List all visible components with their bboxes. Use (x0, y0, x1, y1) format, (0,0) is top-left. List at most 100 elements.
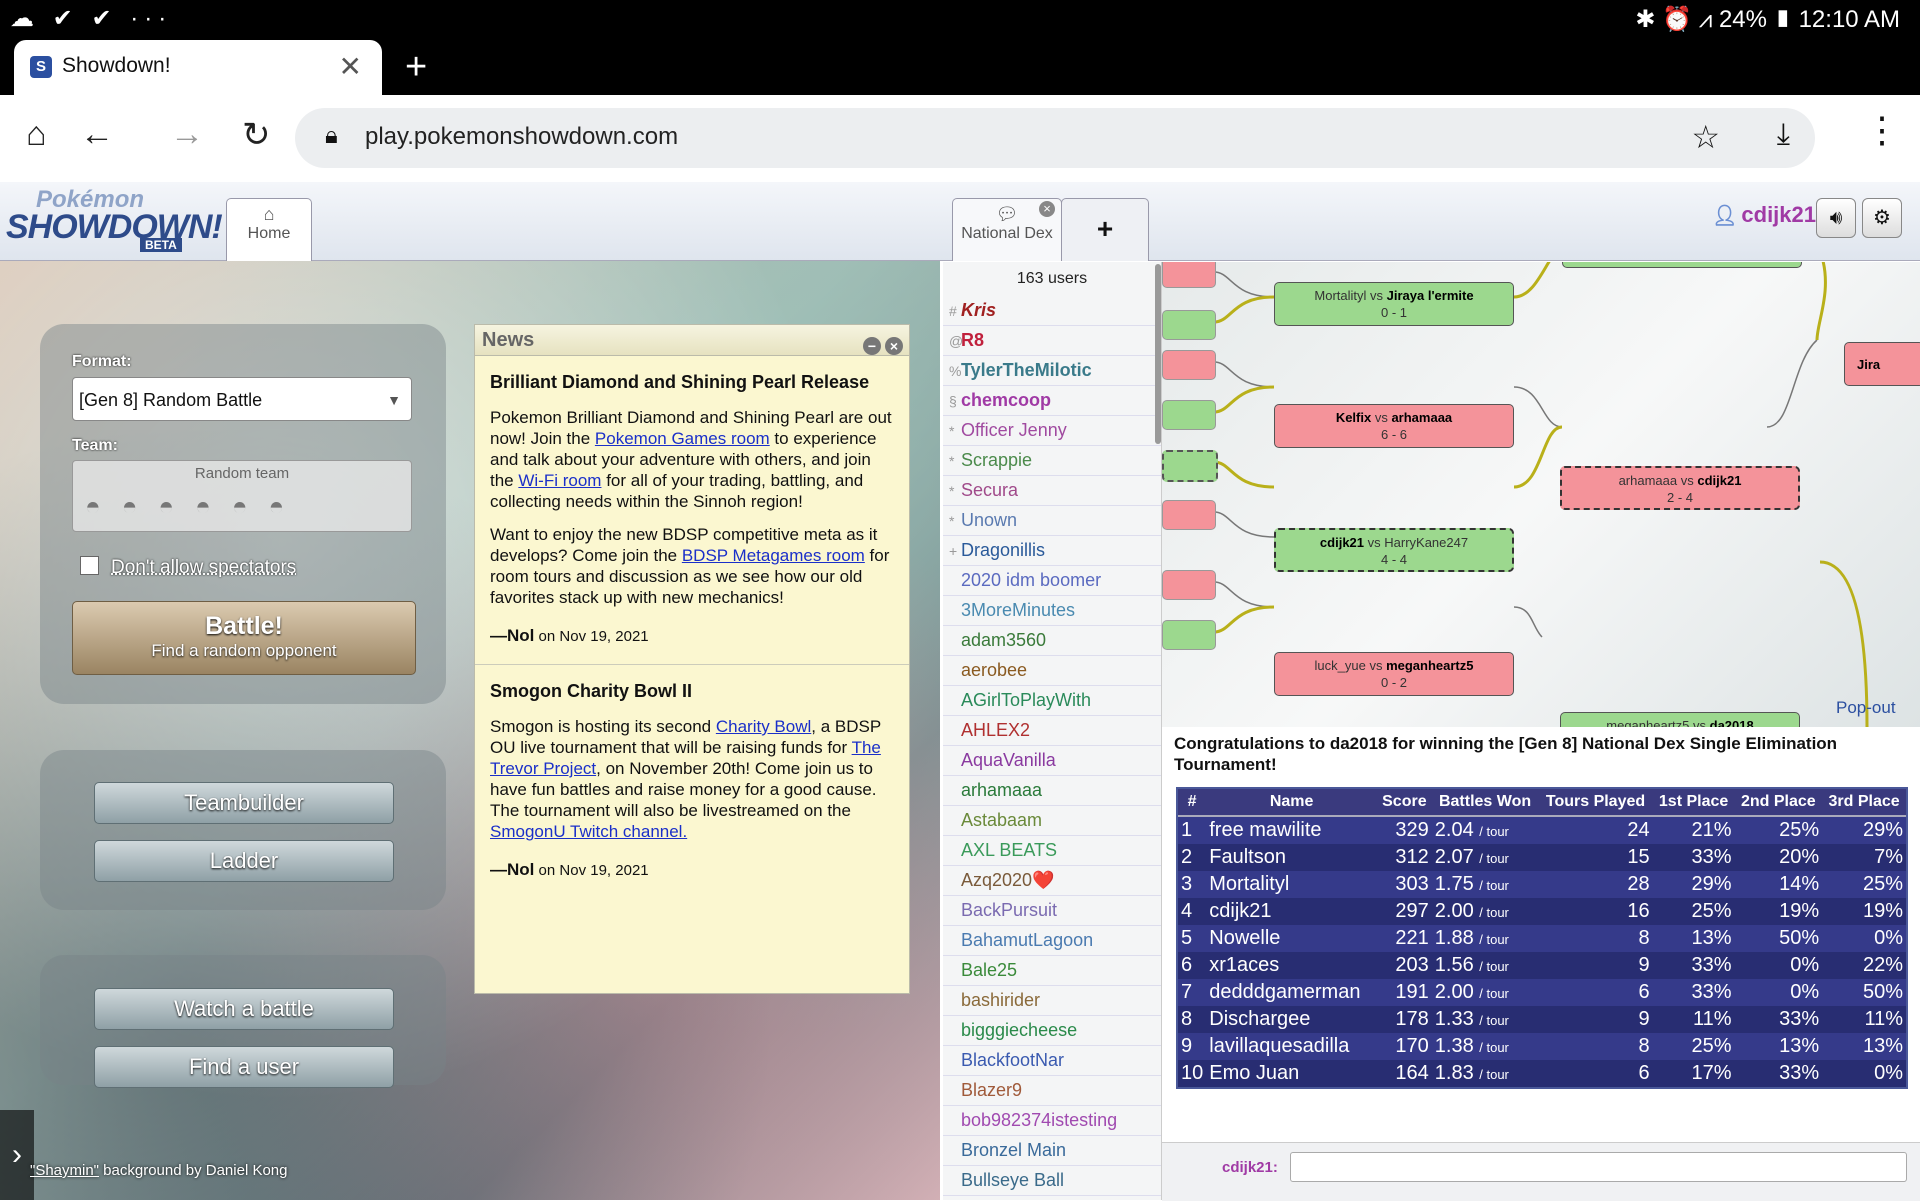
leaderboard-cell: 2.00 / tour (1431, 898, 1539, 925)
user-list-item[interactable]: Bronzel Main (943, 1136, 1161, 1166)
user-list-item[interactable]: 3MoreMinutes (943, 596, 1161, 626)
leaderboard-cell: dedddgamerman (1206, 979, 1377, 1006)
minimize-icon[interactable]: − (863, 337, 881, 355)
ladder-button[interactable]: Ladder (94, 840, 394, 882)
leaderboard-cell: 1.56 / tour (1431, 952, 1539, 979)
user-list-item[interactable]: Azq2020❤️ (943, 866, 1161, 896)
bracket-match[interactable] (1562, 262, 1802, 268)
leaderboard-cell: 178 (1376, 1006, 1432, 1033)
user-count[interactable]: 163 users (943, 262, 1161, 296)
user-list-item[interactable]: Bale25 (943, 956, 1161, 986)
leaderboard-cell: 191 (1376, 979, 1432, 1006)
user-list-item[interactable]: * Secura (943, 476, 1161, 506)
user-list-item[interactable]: * Scrappie (943, 446, 1161, 476)
bookmark-star-icon[interactable]: ☆ (1691, 118, 1720, 156)
format-select[interactable]: [Gen 8] Random Battle ▼ (72, 377, 412, 421)
close-icon[interactable]: × (885, 337, 903, 355)
bracket-match[interactable]: meganheartz5 vs da2018 (1560, 712, 1800, 727)
leaderboard-row: 9 lavillaquesadilla 170 1.38 / tour 8 25% 13% 1… (1178, 1033, 1906, 1060)
leaderboard-cell: 6 (1538, 1060, 1653, 1087)
url-field[interactable]: 🔒︎ play.pokemonshowdown.com ☆ ⤓ (295, 108, 1815, 168)
bdsp-metagames-link[interactable]: BDSP Metagames room (682, 546, 865, 565)
leaderboard-cell: lavillaquesadilla (1206, 1033, 1377, 1060)
user-list-item[interactable]: AquaVanilla (943, 746, 1161, 776)
bracket-match[interactable]: luck_yue vs meganheartz5 0 - 2 (1274, 652, 1514, 696)
user-name: Blazer9 (961, 1080, 1023, 1100)
lock-icon: 🔒︎ (325, 122, 338, 149)
bracket-match[interactable]: arhamaaa vs cdijk21 2 - 4 (1560, 466, 1800, 510)
spectators-checkbox[interactable] (80, 556, 99, 575)
close-tab-icon[interactable]: ✕ (339, 50, 362, 83)
userlist-scrollbar[interactable] (1155, 264, 1161, 444)
wifi-room-link[interactable]: Wi-Fi room (518, 471, 601, 490)
user-list-item[interactable]: + Dragonillis (943, 536, 1161, 566)
user-group-symbol: + (949, 543, 958, 559)
new-tab-icon[interactable]: + (405, 46, 427, 89)
user-list-item[interactable]: Blazer9 (943, 1076, 1161, 1106)
chevron-right-icon[interactable]: › (0, 1110, 34, 1200)
popout-link[interactable]: Pop-out (1836, 698, 1896, 718)
bracket-match[interactable]: Mortalityl vs Jiraya l'ermite 0 - 1 (1274, 282, 1514, 326)
user-list-item[interactable]: aerobee (943, 656, 1161, 686)
sound-button[interactable]: 🔊︎ (1816, 198, 1856, 238)
user-list-item[interactable]: BlackfootNar (943, 1046, 1161, 1076)
leaderboard-cell: 7 (1178, 979, 1207, 1006)
bracket-match[interactable]: Jira (1844, 342, 1920, 386)
user-list-item[interactable]: 2020 idm boomer (943, 566, 1161, 596)
bracket-match[interactable]: cdijk21 vs HarryKane247 4 - 4 (1274, 528, 1514, 572)
user-list-item[interactable]: @R8 (943, 326, 1161, 356)
leaderboard-cell: 9 (1538, 952, 1653, 979)
user-name: AquaVanilla (961, 750, 1056, 770)
back-arrow-icon[interactable]: ← (80, 115, 114, 154)
user-name: bashirider (961, 990, 1041, 1010)
user-list-item[interactable]: * Unown (943, 506, 1161, 536)
home-tab-label: Home (247, 225, 291, 242)
tab-home[interactable]: ⌂ Home (226, 198, 312, 261)
user-list-item[interactable]: Astabaam (943, 806, 1161, 836)
leaderboard-cell: 4 (1178, 898, 1207, 925)
team-select[interactable]: Random team ◓◓◓◓◓◓ (72, 460, 412, 532)
leaderboard-cell: xr1aces (1206, 952, 1377, 979)
username-button[interactable]: 👤︎ cdijk21 (1712, 202, 1816, 228)
user-list-item[interactable]: bigggiecheese (943, 1016, 1161, 1046)
user-list-item[interactable]: # Kris (943, 296, 1161, 326)
pokemon-games-link[interactable]: Pokemon Games room (595, 429, 770, 448)
charity-bowl-link[interactable]: Charity Bowl (716, 717, 811, 736)
battle-button[interactable]: Battle! Find a random opponent (72, 601, 416, 675)
user-list-item[interactable]: BackPursuit (943, 896, 1161, 926)
twitch-channel-link[interactable]: SmogonU Twitch channel. (490, 822, 687, 841)
leaderboard-cell: 1 (1178, 816, 1207, 844)
user-list-item[interactable]: %TylerTheMilotic (943, 356, 1161, 386)
bracket-match[interactable]: Kelfix vs arhamaaa 6 - 6 (1274, 404, 1514, 448)
user-name: Bale25 (961, 960, 1018, 980)
add-room-button[interactable]: + (1061, 198, 1149, 261)
chat-input[interactable] (1290, 1152, 1907, 1182)
user-list-item[interactable]: bashirider (943, 986, 1161, 1016)
browser-menu-icon[interactable]: ⋮ (1864, 109, 1900, 151)
teambuilder-button[interactable]: Teambuilder (94, 782, 394, 824)
user-list-item[interactable]: AGirlToPlayWith (943, 686, 1161, 716)
user-list-item[interactable]: BahamutLagoon (943, 926, 1161, 956)
browser-tab[interactable]: S Showdown! ✕ (14, 40, 382, 95)
home-icon[interactable]: ⌂ (26, 115, 47, 154)
tab-national-dex[interactable]: 💬︎ × National Dex (952, 198, 1062, 261)
background-credit-link[interactable]: "Shaymin" (30, 1162, 99, 1179)
user-list-item[interactable]: AHLEX2 (943, 716, 1161, 746)
user-list-item[interactable]: arhamaaa (943, 776, 1161, 806)
user-list-item[interactable]: bob982374istesting (943, 1106, 1161, 1136)
close-room-icon[interactable]: × (1039, 201, 1055, 217)
user-list-item[interactable]: adam3560 (943, 626, 1161, 656)
user-list-item[interactable]: * Officer Jenny (943, 416, 1161, 446)
user-list-item[interactable]: Bullseye Ball (943, 1166, 1161, 1196)
find-user-button[interactable]: Find a user (94, 1046, 394, 1088)
download-icon[interactable]: ⤓ (1777, 118, 1790, 152)
no-spectators-toggle[interactable]: Don't allow spectators (80, 556, 296, 579)
user-list-item[interactable]: AXL BEATS (943, 836, 1161, 866)
bracket-leaf (1162, 400, 1216, 430)
forward-arrow-icon[interactable]: → (170, 115, 204, 154)
settings-button[interactable]: ⚙ (1862, 198, 1902, 238)
reload-icon[interactable]: ↻ (242, 115, 271, 155)
user-list-item[interactable]: § chemcoop (943, 386, 1161, 416)
showdown-logo[interactable]: Pokémon SHOWDOWN! BETA (6, 186, 223, 252)
watch-battle-button[interactable]: Watch a battle (94, 988, 394, 1030)
